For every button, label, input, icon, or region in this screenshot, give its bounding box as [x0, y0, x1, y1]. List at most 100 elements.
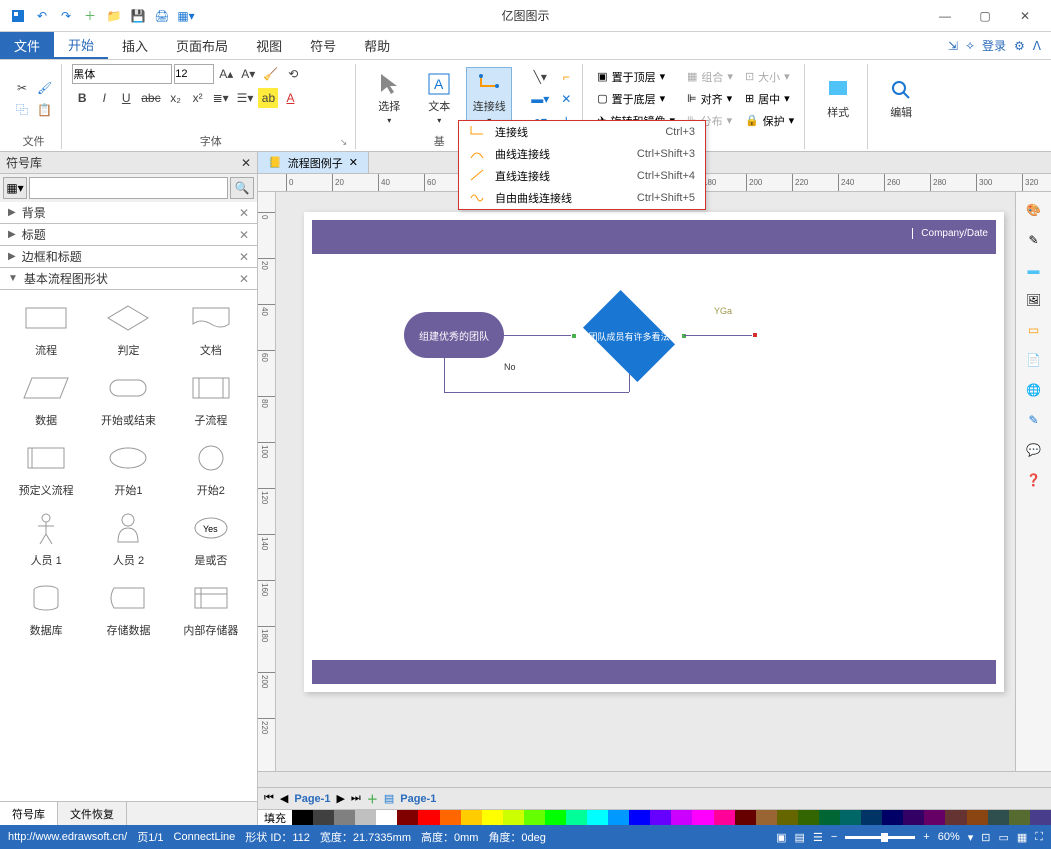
color-swatch[interactable]: [903, 810, 924, 825]
shape-预定义流程[interactable]: 预定义流程: [6, 436, 86, 500]
view-mode2-icon[interactable]: ▤: [795, 831, 805, 844]
export-icon[interactable]: ⇲: [948, 39, 958, 53]
line-icon[interactable]: ╲▾: [528, 67, 552, 87]
color-swatch[interactable]: [714, 810, 735, 825]
copy-icon[interactable]: ⿻: [12, 100, 32, 120]
color-swatch[interactable]: [629, 810, 650, 825]
color-swatch[interactable]: [819, 810, 840, 825]
minimize-icon[interactable]: —: [931, 6, 959, 26]
color-swatch[interactable]: [566, 810, 587, 825]
connector-no-h[interactable]: [444, 392, 629, 393]
decision-node[interactable]: 团队成员有许多看法: [574, 298, 684, 374]
color-swatch[interactable]: [945, 810, 966, 825]
page-nav-last-icon[interactable]: ⏭: [351, 792, 361, 805]
color-swatch[interactable]: [882, 810, 903, 825]
shape-流程[interactable]: 流程: [6, 296, 86, 360]
settings-icon[interactable]: ⚙: [1014, 39, 1025, 53]
text-tool[interactable]: A 文本▾: [416, 67, 462, 131]
menu-symbol[interactable]: 符号: [296, 32, 350, 59]
shape-人员 2[interactable]: 人员 2: [88, 506, 168, 570]
print-icon[interactable]: 🖨: [152, 6, 172, 26]
help-icon[interactable]: ❓: [1022, 468, 1046, 492]
paste-icon[interactable]: 📋: [34, 100, 55, 120]
menu-insert[interactable]: 插入: [108, 32, 162, 59]
color-swatch[interactable]: [292, 810, 313, 825]
zoom-out-icon[interactable]: −: [831, 831, 837, 843]
menu-help[interactable]: 帮助: [350, 32, 404, 59]
new-icon[interactable]: ＋: [80, 6, 100, 26]
endpoint-handle[interactable]: [752, 332, 758, 338]
polyline-icon[interactable]: ⌐: [556, 67, 576, 87]
shape-开始2[interactable]: 开始2: [171, 436, 251, 500]
view-mode1-icon[interactable]: ▣: [776, 831, 786, 844]
connector-yes[interactable]: [684, 335, 754, 336]
shape-是或否[interactable]: Yes是或否: [171, 506, 251, 570]
zoom-slider[interactable]: [845, 836, 915, 839]
connector-no-v[interactable]: [629, 374, 630, 392]
color-swatch[interactable]: [418, 810, 439, 825]
strike-icon[interactable]: abc: [138, 88, 163, 108]
tab-close-icon[interactable]: ✕: [349, 156, 358, 169]
zoom-dropdown-icon[interactable]: ▾: [968, 831, 974, 844]
color-swatch[interactable]: [735, 810, 756, 825]
color-swatch[interactable]: [671, 810, 692, 825]
expand-font-icon[interactable]: ↘: [340, 137, 348, 148]
star-icon[interactable]: ✕: [556, 89, 576, 109]
highlight-icon[interactable]: ab: [258, 88, 278, 108]
clear-format-icon[interactable]: 🧹: [260, 64, 281, 84]
color-swatch[interactable]: [461, 810, 482, 825]
comment-icon[interactable]: 💬: [1022, 438, 1046, 462]
menu-file[interactable]: 文件: [0, 32, 54, 59]
status-url[interactable]: http://www.edrawsoft.cn/: [8, 831, 127, 843]
collapse-ribbon-icon[interactable]: ᐱ: [1033, 39, 1041, 53]
maximize-icon[interactable]: ▢: [971, 6, 999, 26]
send-back-button[interactable]: ▢ 置于底层 ▾: [593, 89, 679, 109]
dropdown-item-freecurve[interactable]: 自由曲线连接线 Ctrl+Shift+5: [459, 187, 705, 209]
color-swatch[interactable]: [397, 810, 418, 825]
connector-1[interactable]: [504, 335, 574, 336]
layer-icon[interactable]: ▬: [1022, 258, 1046, 282]
dropdown-item-curve[interactable]: 曲线连接线 Ctrl+Shift+3: [459, 143, 705, 165]
subscript-icon[interactable]: x₂: [166, 88, 186, 108]
color-swatch[interactable]: [967, 810, 988, 825]
fontcolor-icon[interactable]: A: [280, 88, 300, 108]
cut-icon[interactable]: ✂: [12, 78, 32, 98]
superscript-icon[interactable]: x²: [188, 88, 208, 108]
line-spacing-icon[interactable]: ≣▾: [210, 88, 232, 108]
bring-front-button[interactable]: ▣ 置于顶层 ▾: [593, 67, 679, 87]
tab-symbol-lib[interactable]: 符号库: [0, 802, 58, 825]
protect-button[interactable]: 🔒 保护 ▾: [741, 111, 798, 131]
properties-icon[interactable]: 📄: [1022, 348, 1046, 372]
accordion-flowchart[interactable]: ▼基本流程图形状✕: [0, 268, 257, 290]
horizontal-scrollbar[interactable]: [258, 771, 1051, 787]
view-mode3-icon[interactable]: ☰: [813, 831, 823, 844]
shape-人员 1[interactable]: 人员 1: [6, 506, 86, 570]
export-icon[interactable]: ▦▾: [176, 6, 196, 26]
start-node[interactable]: 组建优秀的团队: [404, 312, 504, 358]
font-family-select[interactable]: [72, 64, 172, 84]
color-swatch[interactable]: [440, 810, 461, 825]
close-icon[interactable]: ✕: [1011, 6, 1039, 26]
open-icon[interactable]: 📁: [104, 6, 124, 26]
fit-page-icon[interactable]: ⊡: [981, 831, 990, 844]
color-swatch[interactable]: [355, 810, 376, 825]
style-button[interactable]: 样式: [815, 67, 861, 131]
page-menu-icon[interactable]: ▤: [384, 792, 394, 805]
doc-tab[interactable]: 📒 流程图例子 ✕: [258, 152, 369, 173]
select-tool[interactable]: 选择▾: [366, 67, 412, 131]
bold-icon[interactable]: B: [72, 88, 92, 108]
shape-子流程[interactable]: 子流程: [171, 366, 251, 430]
dropdown-item-straight[interactable]: 直线连接线 Ctrl+Shift+4: [459, 165, 705, 187]
color-swatch[interactable]: [692, 810, 713, 825]
color-swatch[interactable]: [1009, 810, 1030, 825]
color-swatch[interactable]: [587, 810, 608, 825]
image-icon[interactable]: 🖼: [1022, 288, 1046, 312]
color-swatch[interactable]: [524, 810, 545, 825]
accordion-title[interactable]: ▶标题✕: [0, 224, 257, 246]
find-button[interactable]: 编辑: [878, 67, 924, 131]
pen-icon[interactable]: ✎: [1022, 228, 1046, 252]
menu-layout[interactable]: 页面布局: [162, 32, 242, 59]
search-category-icon[interactable]: ▦▾: [3, 177, 27, 199]
align-button[interactable]: ⊫ 对齐 ▾: [683, 89, 737, 109]
color-swatch[interactable]: [376, 810, 397, 825]
